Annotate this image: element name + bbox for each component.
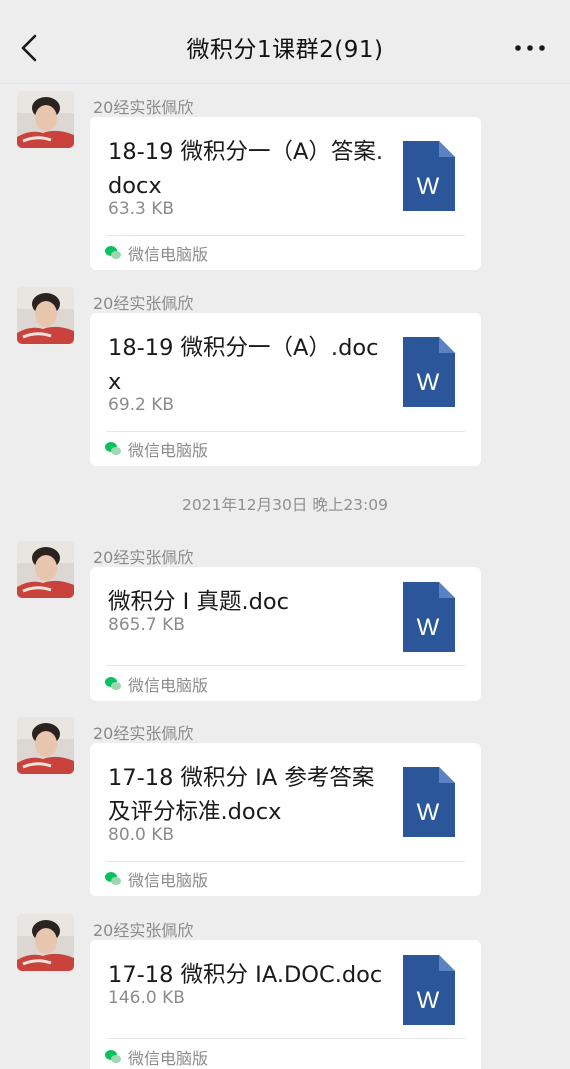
chat-screen: 微积分1课群2(91) 20经实张佩欣 18-19 微积分一（A）答案.docx…: [0, 0, 570, 1069]
wechat-icon: [105, 677, 121, 690]
message-source: 微信电脑版: [104, 438, 208, 460]
chat-title: 微积分1课群2(91): [186, 37, 384, 63]
file-size: 69.2 KB: [108, 395, 175, 415]
back-button[interactable]: [12, 26, 48, 70]
avatar[interactable]: [17, 717, 74, 774]
source-label: 微信电脑版: [128, 441, 209, 460]
source-label: 微信电脑版: [128, 871, 209, 890]
avatar[interactable]: [17, 914, 74, 971]
message-row: 20经实张佩欣 17-18 微积分 IA 参考答案及评分标准.docx 80.0…: [0, 717, 570, 897]
avatar-photo: [17, 541, 74, 598]
svg-text:W: W: [417, 614, 440, 641]
chat-timestamp: 2021年12月30日 晚上23:09: [182, 496, 388, 514]
word-document-icon: W: [403, 767, 455, 837]
sender-name: 20经实张佩欣: [93, 724, 194, 743]
svg-text:W: W: [417, 173, 440, 200]
word-document-icon: W: [403, 955, 455, 1025]
svg-text:W: W: [417, 799, 440, 826]
source-label: 微信电脑版: [128, 1049, 209, 1068]
card-divider: [106, 1038, 465, 1039]
message-source: 微信电脑版: [104, 868, 208, 890]
avatar[interactable]: [17, 91, 74, 148]
more-button[interactable]: [510, 30, 550, 66]
card-divider: [106, 431, 465, 432]
file-name: 18-19 微积分一（A）.docx: [108, 335, 379, 395]
wechat-icon: [105, 1050, 121, 1063]
file-message-card[interactable]: 18-19 微积分一（A）答案.docx 63.3 KB W 微信电脑版: [90, 117, 481, 270]
avatar-photo: [17, 287, 74, 344]
file-name: 17-18 微积分 IA 参考答案及评分标准.docx: [108, 765, 375, 825]
file-size: 80.0 KB: [108, 825, 175, 845]
file-size: 63.3 KB: [108, 199, 175, 219]
message-row: 20经实张佩欣 18-19 微积分一（A）答案.docx 63.3 KB W 微…: [0, 91, 570, 271]
message-source: 微信电脑版: [104, 1046, 208, 1068]
message-source: 微信电脑版: [104, 673, 208, 695]
avatar[interactable]: [17, 541, 74, 598]
file-name: 18-19 微积分一（A）答案.docx: [108, 139, 384, 199]
more-dots-icon: [515, 45, 545, 51]
avatar[interactable]: [17, 287, 74, 344]
word-document-icon: W: [403, 582, 455, 652]
sender-name: 20经实张佩欣: [93, 294, 194, 313]
source-label: 微信电脑版: [128, 245, 209, 264]
file-message-card[interactable]: 17-18 微积分 IA 参考答案及评分标准.docx 80.0 KB W 微信…: [90, 743, 481, 896]
word-document-icon: W: [403, 337, 455, 407]
card-divider: [106, 665, 465, 666]
wechat-icon: [105, 872, 121, 885]
file-message-card[interactable]: 17-18 微积分 IA.DOC.doc 146.0 KB W 微信电脑版: [90, 940, 481, 1069]
wechat-icon: [105, 442, 121, 455]
sender-name: 20经实张佩欣: [93, 98, 194, 117]
file-message-card[interactable]: 微积分 I 真题.doc 865.7 KB W 微信电脑版: [90, 567, 481, 701]
file-size: 865.7 KB: [108, 615, 185, 635]
file-name: 17-18 微积分 IA.DOC.doc: [108, 962, 383, 988]
message-row: 20经实张佩欣 18-19 微积分一（A）.docx 69.2 KB W 微信电…: [0, 287, 570, 467]
sender-name: 20经实张佩欣: [93, 921, 194, 940]
word-document-icon: W: [403, 141, 455, 211]
avatar-photo: [17, 717, 74, 774]
card-divider: [106, 861, 465, 862]
svg-text:W: W: [417, 369, 440, 396]
card-divider: [106, 235, 465, 236]
source-label: 微信电脑版: [128, 676, 209, 695]
file-name: 微积分 I 真题.doc: [108, 589, 290, 615]
file-message-card[interactable]: 18-19 微积分一（A）.docx 69.2 KB W 微信电脑版: [90, 313, 481, 466]
chevron-left-icon: [21, 34, 37, 62]
sender-name: 20经实张佩欣: [93, 548, 194, 567]
message-row: 20经实张佩欣 17-18 微积分 IA.DOC.doc 146.0 KB W …: [0, 914, 570, 1069]
wechat-icon: [105, 246, 121, 259]
message-source: 微信电脑版: [104, 242, 208, 264]
chat-header: 微积分1课群2(91): [0, 0, 570, 84]
svg-text:W: W: [417, 987, 440, 1014]
message-row: 20经实张佩欣 微积分 I 真题.doc 865.7 KB W 微信电脑版: [0, 541, 570, 701]
avatar-photo: [17, 91, 74, 148]
avatar-photo: [17, 914, 74, 971]
file-size: 146.0 KB: [108, 988, 185, 1008]
